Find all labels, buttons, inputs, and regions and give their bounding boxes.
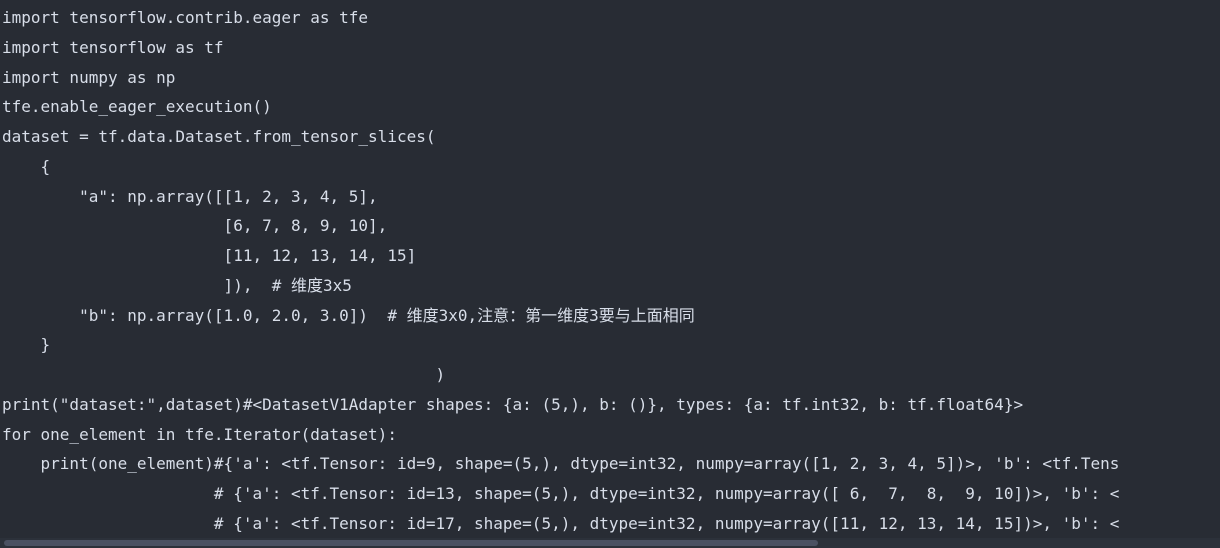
code-line: print(one_element)#{'a': <tf.Tensor: id=… <box>2 454 1120 474</box>
code-line: # {'a': <tf.Tensor: id=17, shape=(5,), d… <box>2 513 1120 533</box>
code-line: import tensorflow.contrib.eager as tfe <box>2 8 369 27</box>
code-line: for one_element in tfe.Iterator(dataset)… <box>2 424 397 444</box>
code-line: [6, 7, 8, 9, 10], <box>2 216 388 236</box>
code-line: "a": np.array([[1, 2, 3, 4, 5], <box>2 186 378 206</box>
code-lines: import tensorflow.contrib.eager as tfe i… <box>2 3 1220 539</box>
code-line: import numpy as np <box>2 67 176 87</box>
code-line: print("dataset:",dataset)#<DatasetV1Adap… <box>2 394 1024 414</box>
code-line: } <box>2 335 51 355</box>
horizontal-scrollbar[interactable] <box>0 538 1220 548</box>
code-line: ]), # 维度3x5 <box>2 275 352 295</box>
code-block: import tensorflow.contrib.eager as tfe i… <box>0 0 1220 548</box>
code-line: dataset = tf.data.Dataset.from_tensor_sl… <box>2 127 436 146</box>
code-line: "b": np.array([1.0, 2.0, 3.0]) # 维度3x0,注… <box>2 305 695 325</box>
code-line: [11, 12, 13, 14, 15] <box>2 246 417 265</box>
code-line: { <box>2 156 51 176</box>
code-line: ) <box>2 365 446 384</box>
scrollbar-thumb[interactable] <box>4 540 818 546</box>
code-line: # {'a': <tf.Tensor: id=13, shape=(5,), d… <box>2 484 1120 503</box>
code-line: tfe.enable_eager_execution() <box>2 97 272 117</box>
code-line: import tensorflow as tf <box>2 37 224 57</box>
